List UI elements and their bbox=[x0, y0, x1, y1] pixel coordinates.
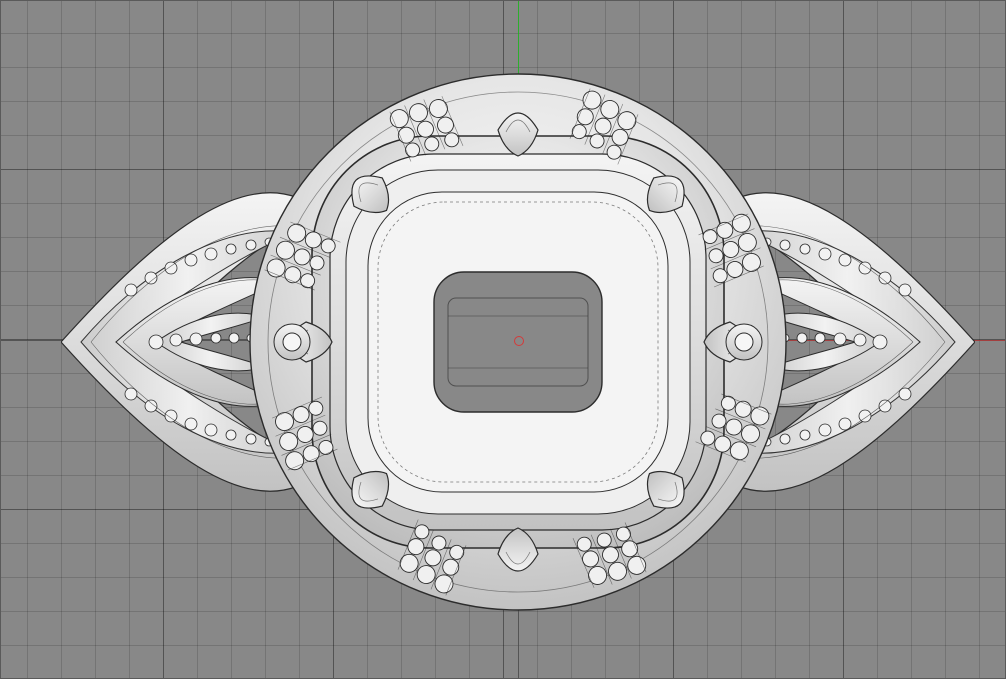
y-axis-negative bbox=[518, 340, 519, 679]
x-axis-negative bbox=[1, 340, 503, 341]
cad-viewport-top[interactable] bbox=[0, 0, 1006, 679]
y-axis-positive bbox=[518, 1, 519, 340]
world-origin-icon bbox=[514, 336, 524, 346]
x-axis-positive bbox=[503, 340, 1005, 341]
